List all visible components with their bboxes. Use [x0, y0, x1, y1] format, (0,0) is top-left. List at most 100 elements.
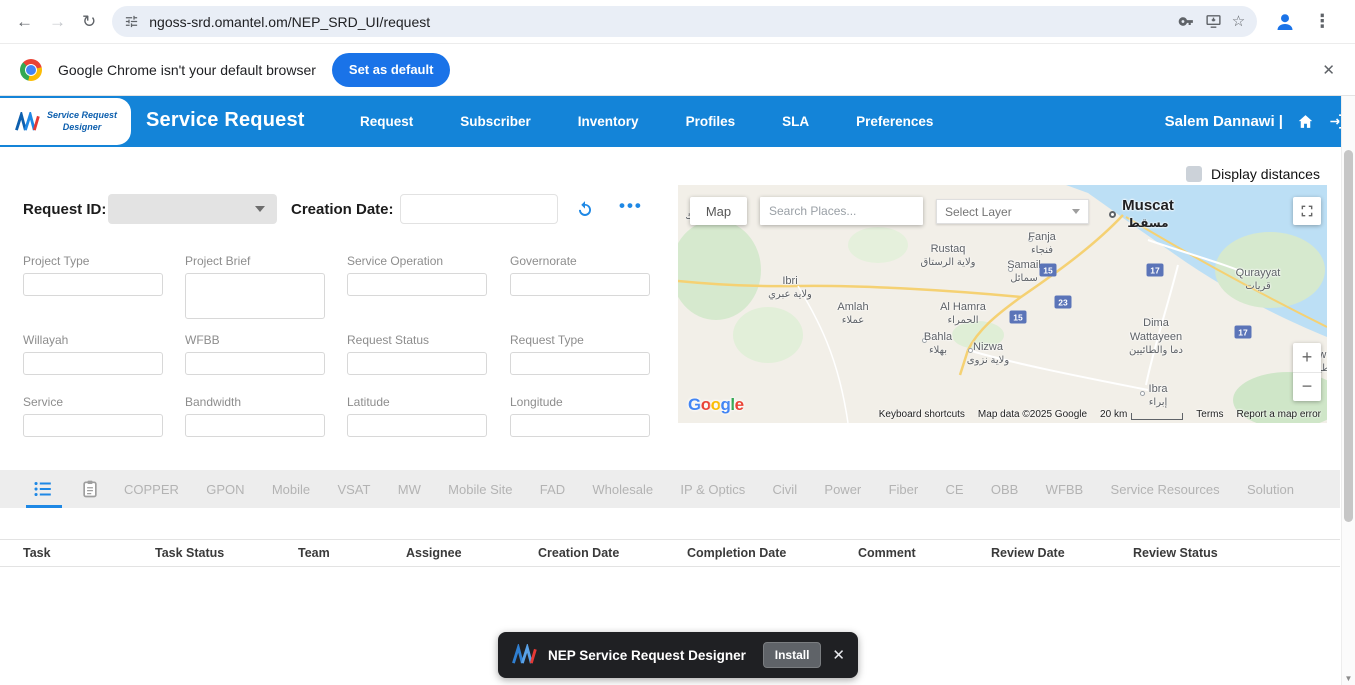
tab-labels: COPPER GPON Mobile VSAT MW Mobile Site F…	[124, 470, 1294, 508]
display-distances-checkbox[interactable]	[1186, 166, 1202, 182]
governorate-input[interactable]	[510, 273, 650, 296]
route-shield-17b: 17	[1235, 326, 1252, 339]
zoom-in-button[interactable]: +	[1293, 343, 1321, 373]
tab-wfbb[interactable]: WFBB	[1046, 482, 1084, 497]
install-button[interactable]: Install	[763, 642, 822, 668]
creation-date-input[interactable]	[400, 194, 558, 224]
set-as-default-button[interactable]: Set as default	[332, 53, 451, 87]
back-icon[interactable]: ←	[16, 13, 33, 30]
page-scrollbar[interactable]: ▼	[1341, 96, 1355, 685]
samail-marker	[1008, 267, 1013, 272]
report-error-link[interactable]: Report a map error	[1237, 409, 1321, 420]
bookmark-star-icon[interactable]: ☆	[1232, 14, 1245, 29]
service-operation-input[interactable]	[347, 273, 487, 296]
nep-logo-icon	[511, 644, 537, 666]
col-comment: Comment	[858, 546, 991, 560]
profile-avatar[interactable]	[1273, 10, 1297, 34]
nav-item-sla[interactable]: SLA	[782, 114, 809, 129]
tab-vsat[interactable]: VSAT	[337, 482, 370, 497]
map-attribution: Keyboard shortcuts Map data ©2025 Google…	[879, 409, 1321, 420]
fullscreen-button[interactable]	[1293, 197, 1321, 225]
field-request-type: Request Type	[510, 333, 652, 375]
tab-fiber[interactable]: Fiber	[889, 482, 919, 497]
map-type-button[interactable]: Map	[690, 197, 747, 225]
creation-date-label: Creation Date:	[291, 201, 394, 218]
project-brief-input[interactable]	[185, 273, 325, 319]
tab-wholesale[interactable]: Wholesale	[592, 482, 653, 497]
install-app-icon[interactable]	[1205, 13, 1222, 30]
nav-item-inventory[interactable]: Inventory	[578, 114, 639, 129]
tab-power[interactable]: Power	[824, 482, 861, 497]
user-area: Salem Dannawi |	[1165, 96, 1347, 147]
screen: ← → ↻ ngoss-srd.omantel.om/NEP_SRD_UI/re…	[0, 0, 1355, 685]
app-header: Service RequestDesigner Service Request …	[0, 96, 1355, 147]
col-assignee: Assignee	[406, 546, 538, 560]
keyboard-shortcuts-link[interactable]: Keyboard shortcuts	[879, 409, 965, 420]
browser-toolbar: ← → ↻ ngoss-srd.omantel.om/NEP_SRD_UI/re…	[0, 0, 1355, 44]
bandwidth-input[interactable]	[185, 414, 325, 437]
site-info-icon[interactable]	[124, 14, 139, 29]
service-input[interactable]	[23, 414, 163, 437]
more-options-button[interactable]: •••	[619, 196, 643, 216]
route-shield-23: 23	[1055, 296, 1072, 309]
display-distances-control: Display distances	[1186, 166, 1320, 182]
address-bar[interactable]: ngoss-srd.omantel.om/NEP_SRD_UI/request …	[112, 6, 1257, 37]
zoom-out-button[interactable]: −	[1293, 373, 1321, 402]
field-service-operation: Service Operation	[347, 254, 489, 296]
longitude-input[interactable]	[510, 414, 650, 437]
request-status-input[interactable]	[347, 352, 487, 375]
task-list-tab-icon[interactable]	[32, 478, 54, 505]
tab-fad[interactable]: FAD	[540, 482, 565, 497]
scrollbar-down-arrow[interactable]: ▼	[1342, 674, 1355, 683]
default-browser-banner: Google Chrome isn't your default browser…	[0, 44, 1355, 96]
tab-ce[interactable]: CE	[946, 482, 964, 497]
field-bandwidth: Bandwidth	[185, 395, 327, 437]
user-name: Salem Dannawi |	[1165, 113, 1283, 130]
nizwa-marker	[968, 348, 973, 353]
tab-copper[interactable]: COPPER	[124, 482, 179, 497]
reload-icon[interactable]: ↻	[82, 13, 96, 30]
tab-service-resources[interactable]: Service Resources	[1111, 482, 1220, 497]
nav-item-subscriber[interactable]: Subscriber	[460, 114, 531, 129]
map-search-input[interactable]	[760, 197, 923, 225]
google-map: Muscatمسقط Fanjaفنجاء Rustaqولاية الرستا…	[678, 185, 1327, 423]
col-creation-date: Creation Date	[538, 546, 687, 560]
wfbb-input[interactable]	[185, 352, 325, 375]
notification-text: Google Chrome isn't your default browser	[58, 62, 316, 78]
willayah-input[interactable]	[23, 352, 163, 375]
tab-solution[interactable]: Solution	[1247, 482, 1294, 497]
terms-link[interactable]: Terms	[1196, 409, 1223, 420]
toast-title: NEP Service Request Designer	[548, 648, 752, 663]
route-shield-17: 17	[1147, 264, 1164, 277]
browser-menu-icon[interactable]: ⋮	[1313, 11, 1331, 32]
col-team: Team	[298, 546, 406, 560]
home-icon[interactable]	[1296, 112, 1315, 131]
field-service: Service	[23, 395, 165, 437]
notification-close-icon[interactable]: ✕	[1322, 61, 1335, 79]
layer-select[interactable]: Select Layer	[936, 199, 1089, 224]
tab-gpon[interactable]: GPON	[206, 482, 244, 497]
password-key-icon[interactable]	[1178, 13, 1195, 30]
notes-tab-icon[interactable]	[80, 478, 100, 505]
request-id-select[interactable]	[108, 194, 277, 224]
tab-civil[interactable]: Civil	[773, 482, 798, 497]
tab-ip-optics[interactable]: IP & Optics	[680, 482, 745, 497]
request-type-input[interactable]	[510, 352, 650, 375]
tab-mobile[interactable]: Mobile	[272, 482, 310, 497]
scrollbar-thumb[interactable]	[1344, 150, 1353, 522]
toast-close-icon[interactable]: ✕	[832, 646, 845, 664]
tab-mw[interactable]: MW	[398, 482, 421, 497]
nav-item-profiles[interactable]: Profiles	[686, 114, 736, 129]
fanja-marker	[1028, 237, 1033, 242]
app-logo[interactable]: Service RequestDesigner	[0, 98, 131, 145]
tab-obb[interactable]: OBB	[991, 482, 1018, 497]
nav-item-request[interactable]: Request	[360, 114, 413, 129]
refresh-icon[interactable]	[575, 199, 595, 224]
tab-mobile-site[interactable]: Mobile Site	[448, 482, 512, 497]
chevron-down-icon	[255, 206, 265, 212]
latitude-input[interactable]	[347, 414, 487, 437]
forward-icon[interactable]: →	[49, 13, 66, 30]
nav-item-preferences[interactable]: Preferences	[856, 114, 933, 129]
google-logo[interactable]: Google	[688, 395, 744, 415]
project-type-input[interactable]	[23, 273, 163, 296]
